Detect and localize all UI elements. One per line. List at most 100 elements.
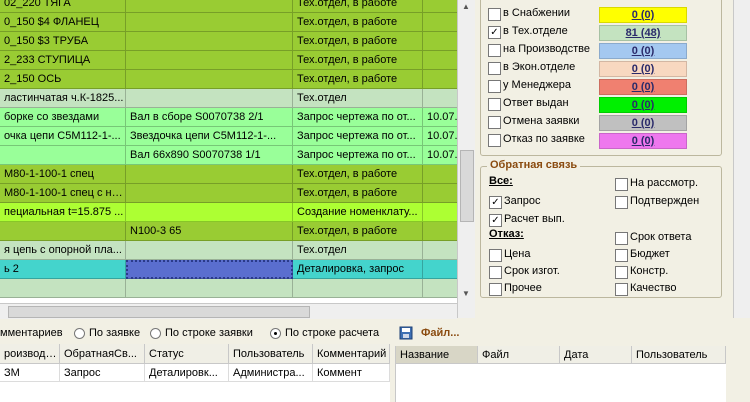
table-row[interactable]: 2_233 СТУПИЦА Тех.отдел, в работе [0, 51, 474, 70]
cell-item-name[interactable] [0, 146, 126, 165]
status-filter-row[interactable]: на Производстве 0 (0) [486, 41, 720, 59]
cell-item-description[interactable] [126, 184, 293, 203]
comments-column-header[interactable]: ОбратнаяСв... [60, 344, 145, 364]
cell-item-name[interactable]: я цепь с опорной пла... [0, 241, 126, 260]
cell-item-description[interactable] [126, 51, 293, 70]
grid-vertical-scrollbar[interactable]: ▲ ▼ [457, 0, 475, 318]
cell-item-description[interactable] [126, 279, 293, 298]
comments-cell[interactable]: Запрос [60, 364, 145, 382]
feedback-checkbox[interactable] [489, 283, 502, 296]
feedback-checkbox[interactable] [615, 249, 628, 262]
cell-item-name[interactable]: очка цепи C5M112-1-... [0, 127, 126, 146]
cell-item-name[interactable]: пециальная t=15.875 ... [0, 203, 126, 222]
status-filter-count[interactable]: 0 (0) [599, 133, 687, 149]
table-row[interactable]: М80-1-100-1 спец с на... Тех.отдел, в раб… [0, 184, 474, 203]
cell-item-status[interactable]: Тех.отдел, в работе [293, 165, 423, 184]
cell-item-status[interactable]: Запрос чертежа по от... [293, 146, 423, 165]
cell-item-status[interactable]: Тех.отдел [293, 89, 423, 108]
files-column-header[interactable]: Пользователь [632, 346, 726, 364]
status-filter-count[interactable]: 0 (0) [599, 43, 687, 59]
status-filter-checkbox[interactable]: ✓ [488, 26, 501, 39]
status-filter-row[interactable]: у Менеджера 0 (0) [486, 77, 720, 95]
status-filter-count[interactable]: 0 (0) [599, 7, 687, 23]
status-filter-row[interactable]: ✓ в Тех.отделе 81 (48) [486, 23, 720, 41]
cell-item-name[interactable]: ь 2 [0, 260, 126, 279]
cell-item-description[interactable] [126, 165, 293, 184]
comments-column-header[interactable]: Пользователь [229, 344, 313, 364]
radio-dot[interactable] [74, 328, 85, 339]
status-filter-row[interactable]: в Экон.отделе 0 (0) [486, 59, 720, 77]
feedback-checkbox[interactable] [615, 283, 628, 296]
feedback-checkbox[interactable] [615, 196, 628, 209]
feedback-checkbox[interactable] [489, 266, 502, 279]
status-filter-checkbox[interactable] [488, 44, 501, 57]
files-column-header[interactable]: Дата [560, 346, 632, 364]
cell-item-description[interactable]: Звездочка цепи C5M112-1-... [126, 127, 293, 146]
comments-column-header[interactable]: роизводи... [0, 344, 60, 364]
cell-item-description[interactable] [126, 70, 293, 89]
status-filter-row[interactable]: Отказ по заявке 0 (0) [486, 131, 720, 149]
cell-item-description[interactable] [126, 260, 293, 279]
radio-dot[interactable] [270, 328, 281, 339]
cell-item-name[interactable]: 02_220 ТЯГА [0, 0, 126, 13]
right-panel-scrollbar[interactable] [733, 0, 750, 318]
cell-item-status[interactable]: Тех.отдел [293, 241, 423, 260]
comments-cell[interactable]: Администра... [229, 364, 313, 382]
files-column-header[interactable]: Файл [478, 346, 560, 364]
cell-item-description[interactable] [126, 241, 293, 260]
cell-item-name[interactable]: М80-1-100-1 спец с на... [0, 184, 126, 203]
cell-item-status[interactable]: Тех.отдел, в работе [293, 70, 423, 89]
comments-column-header[interactable]: Комментарий [313, 344, 390, 364]
cell-item-status[interactable]: Запрос чертежа по от... [293, 108, 423, 127]
cell-item-description[interactable] [126, 32, 293, 51]
grid-vscroll-thumb[interactable] [460, 150, 474, 222]
table-row[interactable]: 02_220 ТЯГА Тех.отдел, в работе [0, 0, 474, 13]
cell-item-name[interactable]: 2_233 СТУПИЦА [0, 51, 126, 70]
cell-item-name[interactable]: 0_150 $4 ФЛАНЕЦ [0, 13, 126, 32]
table-row[interactable]: Вал 66x890 S0070738 1/1 Запрос чертежа по… [0, 146, 474, 165]
comments-cell[interactable]: ЗМ [0, 364, 60, 382]
table-row[interactable] [0, 279, 474, 298]
cell-item-status[interactable]: Запрос чертежа по от... [293, 127, 423, 146]
cell-item-name[interactable]: борке со звездами [0, 108, 126, 127]
cell-item-status[interactable]: Тех.отдел, в работе [293, 13, 423, 32]
status-filter-count[interactable]: 0 (0) [599, 115, 687, 131]
feedback-checkbox[interactable]: ✓ [489, 214, 502, 227]
table-row[interactable]: очка цепи C5M112-1-... Звездочка цепи C5M… [0, 127, 474, 146]
table-row[interactable]: я цепь с опорной пла... Тех.отдел [0, 241, 474, 260]
table-row[interactable]: М80-1-100-1 спец Тех.отдел, в работе [0, 165, 474, 184]
grid-hscroll-thumb[interactable] [8, 306, 310, 318]
cell-item-description[interactable] [126, 203, 293, 222]
cell-item-name[interactable]: 2_150 ОСЬ [0, 70, 126, 89]
cell-item-name[interactable] [0, 222, 126, 241]
feedback-checkbox[interactable]: ✓ [489, 196, 502, 209]
status-filter-count[interactable]: 0 (0) [599, 97, 687, 113]
status-filter-count[interactable]: 81 (48) [599, 25, 687, 41]
cell-item-status[interactable]: Тех.отдел, в работе [293, 32, 423, 51]
cell-item-name[interactable]: ластинчатая ч.К-1825... [0, 89, 126, 108]
status-filter-row[interactable]: в Снабжении 0 (0) [486, 5, 720, 23]
table-row[interactable]: 0_150 $4 ФЛАНЕЦ Тех.отдел, в работе [0, 13, 474, 32]
status-filter-checkbox[interactable] [488, 116, 501, 129]
cell-item-name[interactable]: 0_150 $3 ТРУБА [0, 32, 126, 51]
files-table[interactable]: Название Файл Дата Пользователь [395, 346, 726, 402]
cell-item-name[interactable]: М80-1-100-1 спец [0, 165, 126, 184]
files-title[interactable]: Файл... [421, 327, 459, 339]
grid-horizontal-scrollbar[interactable] [0, 303, 457, 319]
table-row[interactable]: 0_150 $3 ТРУБА Тех.отдел, в работе [0, 32, 474, 51]
cell-item-status[interactable]: Тех.отдел, в работе [293, 222, 423, 241]
table-row[interactable]: ластинчатая ч.К-1825... Тех.отдел [0, 89, 474, 108]
feedback-checkbox[interactable] [615, 178, 628, 191]
cell-item-status[interactable]: Тех.отдел, в работе [293, 51, 423, 70]
scroll-up-icon[interactable]: ▲ [462, 2, 470, 11]
status-filter-checkbox[interactable] [488, 62, 501, 75]
requests-grid[interactable]: 02_220 ТЯГА Тех.отдел, в работе 0_150 $4 Ф… [0, 0, 474, 318]
status-filter-row[interactable]: Ответ выдан 0 (0) [486, 95, 720, 113]
save-file-icon[interactable] [399, 326, 413, 340]
status-filter-checkbox[interactable] [488, 134, 501, 147]
comments-cell[interactable]: Деталировк... [145, 364, 229, 382]
cell-item-status[interactable] [293, 279, 423, 298]
cell-item-name[interactable] [0, 279, 126, 298]
comments-cell[interactable]: Коммент [313, 364, 390, 382]
table-row[interactable]: N100-3 65 Тех.отдел, в работе [0, 222, 474, 241]
